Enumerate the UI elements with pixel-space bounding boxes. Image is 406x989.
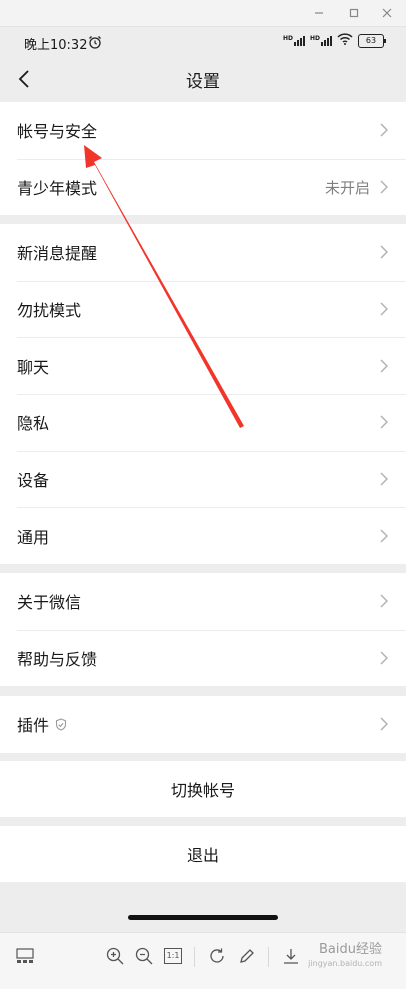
watermark: Baidu经验 jingyan.baidu.com <box>308 943 382 971</box>
settings-item-do-not-disturb[interactable]: 勿扰模式 <box>0 280 406 338</box>
zoom-in-icon <box>106 947 124 965</box>
settings-item-about-wechat[interactable]: 关于微信 <box>0 573 406 630</box>
settings-item-general[interactable]: 通用 <box>0 507 406 564</box>
settings-item-teen-mode[interactable]: 青少年模式 未开启 <box>0 158 406 216</box>
battery-icon: 63 <box>358 34 386 48</box>
row-label: 青少年模式 <box>17 179 98 199</box>
zoom-in-button[interactable] <box>104 945 126 967</box>
switch-account-button[interactable]: 切换帐号 <box>0 761 406 817</box>
row-label: 新消息提醒 <box>17 244 98 264</box>
chevron-right-icon <box>380 179 390 195</box>
chevron-right-icon <box>380 244 390 260</box>
edit-button[interactable] <box>236 945 258 967</box>
signal-2-icon: HD <box>310 36 332 46</box>
nav-bar: 设置 <box>0 57 406 101</box>
settings-group-plugins: 插件 <box>0 696 406 753</box>
rotate-button[interactable] <box>206 945 228 967</box>
viewer-toolbar: 1:1 Baidu经验 jingyan.baidu.com <box>0 932 406 989</box>
toolbar-separator <box>268 947 269 967</box>
signal-1-icon: HD <box>283 36 305 46</box>
zoom-out-button[interactable] <box>133 945 155 967</box>
settings-group-general: 新消息提醒 勿扰模式 聊天 隐私 设备 通用 <box>0 224 406 565</box>
chevron-right-icon <box>380 650 390 666</box>
minimize-icon <box>315 12 323 14</box>
shield-icon <box>55 718 67 731</box>
row-label: 勿扰模式 <box>17 301 82 321</box>
settings-item-help-feedback[interactable]: 帮助与反馈 <box>0 629 406 687</box>
row-label: 关于微信 <box>17 593 82 613</box>
minimize-button[interactable] <box>310 4 328 22</box>
pencil-icon <box>240 949 254 963</box>
row-label: 隐私 <box>17 414 50 434</box>
chevron-right-icon <box>380 716 390 732</box>
row-label: 帐号与安全 <box>17 122 98 142</box>
home-indicator[interactable] <box>128 915 278 920</box>
download-icon <box>284 949 298 964</box>
row-label: 通用 <box>17 527 50 547</box>
chevron-right-icon <box>380 358 390 374</box>
settings-item-account-security[interactable]: 帐号与安全 <box>0 102 406 159</box>
chevron-right-icon <box>380 122 390 138</box>
thumbnail-button[interactable] <box>14 945 36 967</box>
actual-size-label: 1:1 <box>163 948 183 964</box>
close-button[interactable] <box>378 4 396 22</box>
page-title: 设置 <box>186 72 220 92</box>
row-label: 聊天 <box>17 357 50 377</box>
toolbar-separator <box>194 947 195 967</box>
watermark-text: Baidu经验 <box>319 942 382 957</box>
chevron-right-icon <box>380 593 390 609</box>
settings-group-about: 关于微信 帮助与反馈 <box>0 573 406 687</box>
window-title-bar <box>0 0 406 27</box>
chevron-right-icon <box>380 471 390 487</box>
row-label-wrap: 插件 <box>17 712 380 736</box>
wifi-icon <box>337 33 353 49</box>
row-label: 设备 <box>17 471 50 491</box>
status-time: 晚上10:32 <box>24 38 88 53</box>
actual-size-button[interactable]: 1:1 <box>162 945 184 967</box>
settings-item-privacy[interactable]: 隐私 <box>0 394 406 451</box>
teen-mode-status: 未开启 <box>324 178 370 197</box>
zoom-out-icon <box>135 947 153 965</box>
chevron-right-icon <box>380 414 390 430</box>
row-label: 帮助与反馈 <box>17 650 98 670</box>
settings-item-plugins[interactable]: 插件 <box>0 696 406 753</box>
settings-item-chat[interactable]: 聊天 <box>0 337 406 394</box>
download-button[interactable] <box>280 945 302 967</box>
row-label: 插件 <box>17 716 50 736</box>
close-icon <box>382 8 392 18</box>
maximize-icon <box>349 8 359 18</box>
settings-group-account: 帐号与安全 青少年模式 未开启 <box>0 102 406 216</box>
status-bar: 晚上10:32 HD HD 63 <box>0 27 406 57</box>
rotate-icon <box>210 948 224 963</box>
chevron-right-icon <box>380 528 390 544</box>
watermark-subtext: jingyan.baidu.com <box>308 959 382 968</box>
chevron-right-icon <box>380 301 390 317</box>
settings-item-devices[interactable]: 设备 <box>0 450 406 508</box>
maximize-button[interactable] <box>345 4 363 22</box>
settings-item-new-message-alerts[interactable]: 新消息提醒 <box>0 224 406 281</box>
thumbnail-icon <box>16 948 34 963</box>
alarm-icon <box>88 35 102 53</box>
logout-button[interactable]: 退出 <box>0 826 406 882</box>
